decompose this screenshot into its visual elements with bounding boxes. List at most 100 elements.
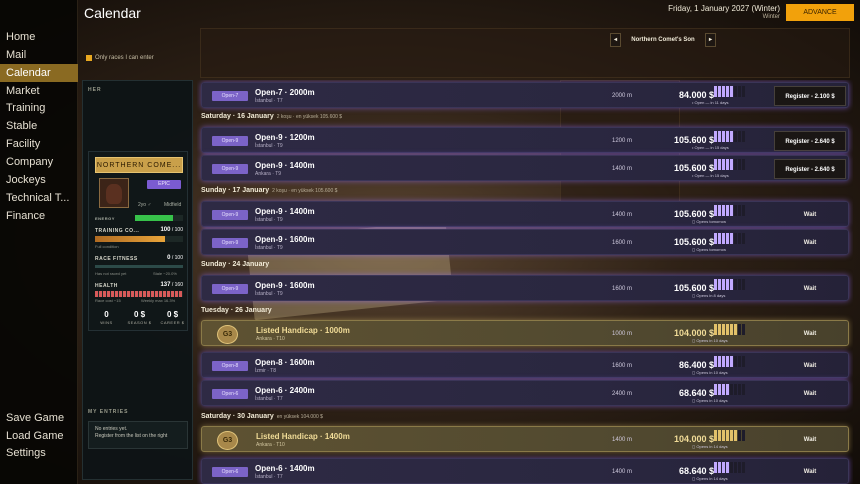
training-bar [95, 236, 183, 242]
prize-level-segment [734, 205, 737, 216]
prize-level-bars [714, 279, 745, 290]
race-status: ◻ Opens in 14 days [692, 444, 728, 449]
race-row[interactable]: G3 Listed Handicap · 1000m Ankara · T10 100… [201, 320, 849, 346]
fitness-note-left: Has not raced yet [95, 271, 127, 276]
health-note-left: Race cost −15 [95, 298, 121, 303]
prize-level-segment [722, 462, 725, 473]
race-row[interactable]: G3 Listed Handicap · 1400m Ankara · T10 140… [201, 426, 849, 452]
race-name: Open-9 · 1400m [255, 161, 315, 170]
race-row[interactable]: Open-9 Open-9 · 1600m İstanbul · T9 1600 m 1… [201, 275, 849, 301]
wait-button[interactable]: Wait [774, 356, 846, 376]
health-note-right: Weekly max 16.3% [141, 298, 176, 303]
horse-panel: HER NORTHERN COME... EPIC 2yo ♂ Midfield… [82, 80, 193, 480]
nav-calendar[interactable]: Calendar [0, 64, 78, 82]
prize-level-segment [742, 159, 745, 170]
training-fill [95, 236, 166, 242]
race-distance: 1000 m [611, 331, 632, 337]
race-distance: 1600 m [611, 240, 632, 246]
prize-level-segment [742, 131, 745, 142]
race-row[interactable]: Open-9 Open-9 · 1600m İstanbul · T9 1600 m 1… [201, 229, 849, 255]
prize-level-segment [718, 324, 721, 335]
my-entries-empty: No entries yet. [95, 426, 128, 432]
prize-level-segment [718, 279, 721, 290]
season-money: 0 $ [133, 310, 146, 319]
race-prize: 104.000 $ [673, 328, 714, 338]
fitness-bar [95, 265, 183, 268]
nav-company[interactable]: Company [0, 153, 78, 171]
nav-market[interactable]: Market [0, 82, 78, 100]
prize-level-bars [714, 86, 745, 97]
energy-fill [135, 215, 174, 221]
register-button[interactable]: Register - 2.640 $ [774, 159, 846, 179]
prize-level-segment [714, 131, 717, 142]
race-track: İstanbul · T7 [255, 474, 283, 480]
day-header: Sunday · 24 January [201, 261, 272, 268]
grade-badge: G3 [217, 431, 238, 450]
day-header-note: en yüksek 104.000 $ [276, 414, 323, 420]
nav-load-game[interactable]: Load Game [0, 427, 78, 445]
prize-level-segment [722, 324, 725, 335]
prize-level-bars [714, 131, 745, 142]
horse-name[interactable]: NORTHERN COME... [95, 157, 183, 173]
prize-level-bars [714, 384, 745, 395]
nav-home[interactable]: Home [0, 28, 78, 46]
wait-button[interactable]: Wait [774, 324, 846, 344]
race-row[interactable]: Open-6 Open-6 · 1400m İstanbul · T7 1400 m 6… [201, 458, 849, 484]
nav-stable[interactable]: Stable [0, 117, 78, 135]
next-horse-button[interactable]: ▸ [705, 33, 716, 47]
advance-button[interactable]: ADVANCE [786, 4, 854, 21]
nav-training[interactable]: Training [0, 99, 78, 117]
prize-level-segment [734, 356, 737, 367]
wait-button[interactable]: Wait [774, 430, 846, 450]
fitness-value: 0 / 100 [167, 255, 183, 261]
prize-level-segment [718, 159, 721, 170]
filter-checkbox[interactable] [86, 55, 92, 61]
prize-level-segment [730, 356, 733, 367]
race-name: Listed Handicap · 1400m [256, 432, 350, 441]
wait-button[interactable]: Wait [774, 279, 846, 299]
prize-level-segment [714, 205, 717, 216]
nav-jockeys[interactable]: Jockeys [0, 171, 78, 189]
race-row[interactable]: Open-8 Open-8 · 1600m İzmir · T8 1600 m 86.4… [201, 352, 849, 378]
nav-finance[interactable]: Finance [0, 207, 78, 225]
race-row[interactable]: Open-9 Open-9 · 1400m Ankara · T9 1400 m 105… [201, 155, 849, 181]
day-header-label: Sunday · 24 January [201, 261, 270, 268]
prize-level-segment [730, 86, 733, 97]
prize-level-segment [726, 430, 729, 441]
race-row[interactable]: Open-7 Open-7 · 2000m İstanbul · T7 2000 m 8… [201, 82, 849, 108]
prev-horse-button[interactable]: ◂ [610, 33, 621, 47]
nav-settings[interactable]: Settings [0, 444, 78, 462]
health-label: HEALTH [95, 283, 118, 289]
race-status: ◻ Opens in 10 days [692, 338, 728, 343]
prize-level-segment [730, 279, 733, 290]
race-distance: 1400 m [611, 166, 632, 172]
prize-level-segment [722, 356, 725, 367]
race-row[interactable]: Open-6 Open-6 · 2400m İstanbul · T7 2400 m 6… [201, 380, 849, 406]
race-status: ◻ Opens in 14 days [692, 476, 728, 481]
race-row[interactable]: Open-9 Open-9 · 1400m İstanbul · T9 1400 m 1… [201, 201, 849, 227]
race-distance: 1400 m [611, 437, 632, 443]
day-header-note: 2 koşu · en yüksek 105.600 $ [276, 114, 343, 120]
wait-button[interactable]: Wait [774, 462, 846, 482]
nav-mail[interactable]: Mail [0, 46, 78, 64]
race-name: Open-6 · 2400m [255, 386, 315, 395]
wins-label: WINS [100, 320, 113, 325]
nav-save-game[interactable]: Save Game [0, 409, 78, 427]
register-button[interactable]: Register - 2.100 $ [774, 86, 846, 106]
wait-button[interactable]: Wait [774, 233, 846, 253]
grade-badge: Open-6 [212, 389, 248, 399]
wait-button[interactable]: Wait [774, 384, 846, 404]
register-button[interactable]: Register - 2.640 $ [774, 131, 846, 151]
horse-card[interactable]: NORTHERN COME... EPIC 2yo ♂ Midfield ENE… [88, 151, 188, 331]
race-list: Open-7 Open-7 · 2000m İstanbul · T7 2000 m8… [197, 80, 853, 484]
nav-facility[interactable]: Facility [0, 135, 78, 153]
prize-level-segment [738, 356, 741, 367]
race-prize: 84.000 $ [678, 90, 714, 100]
eligible-filter[interactable]: Only races I can enter [86, 55, 154, 61]
health-value: 137 / 160 [160, 282, 183, 288]
wait-button[interactable]: Wait [774, 205, 846, 225]
race-row[interactable]: Open-9 Open-9 · 1200m İstanbul · T9 1200 m 1… [201, 127, 849, 153]
nav-technical-team[interactable]: Technical T... [0, 189, 78, 207]
race-prize: 68.640 $ [678, 388, 714, 398]
race-track: İstanbul · T7 [255, 396, 283, 402]
